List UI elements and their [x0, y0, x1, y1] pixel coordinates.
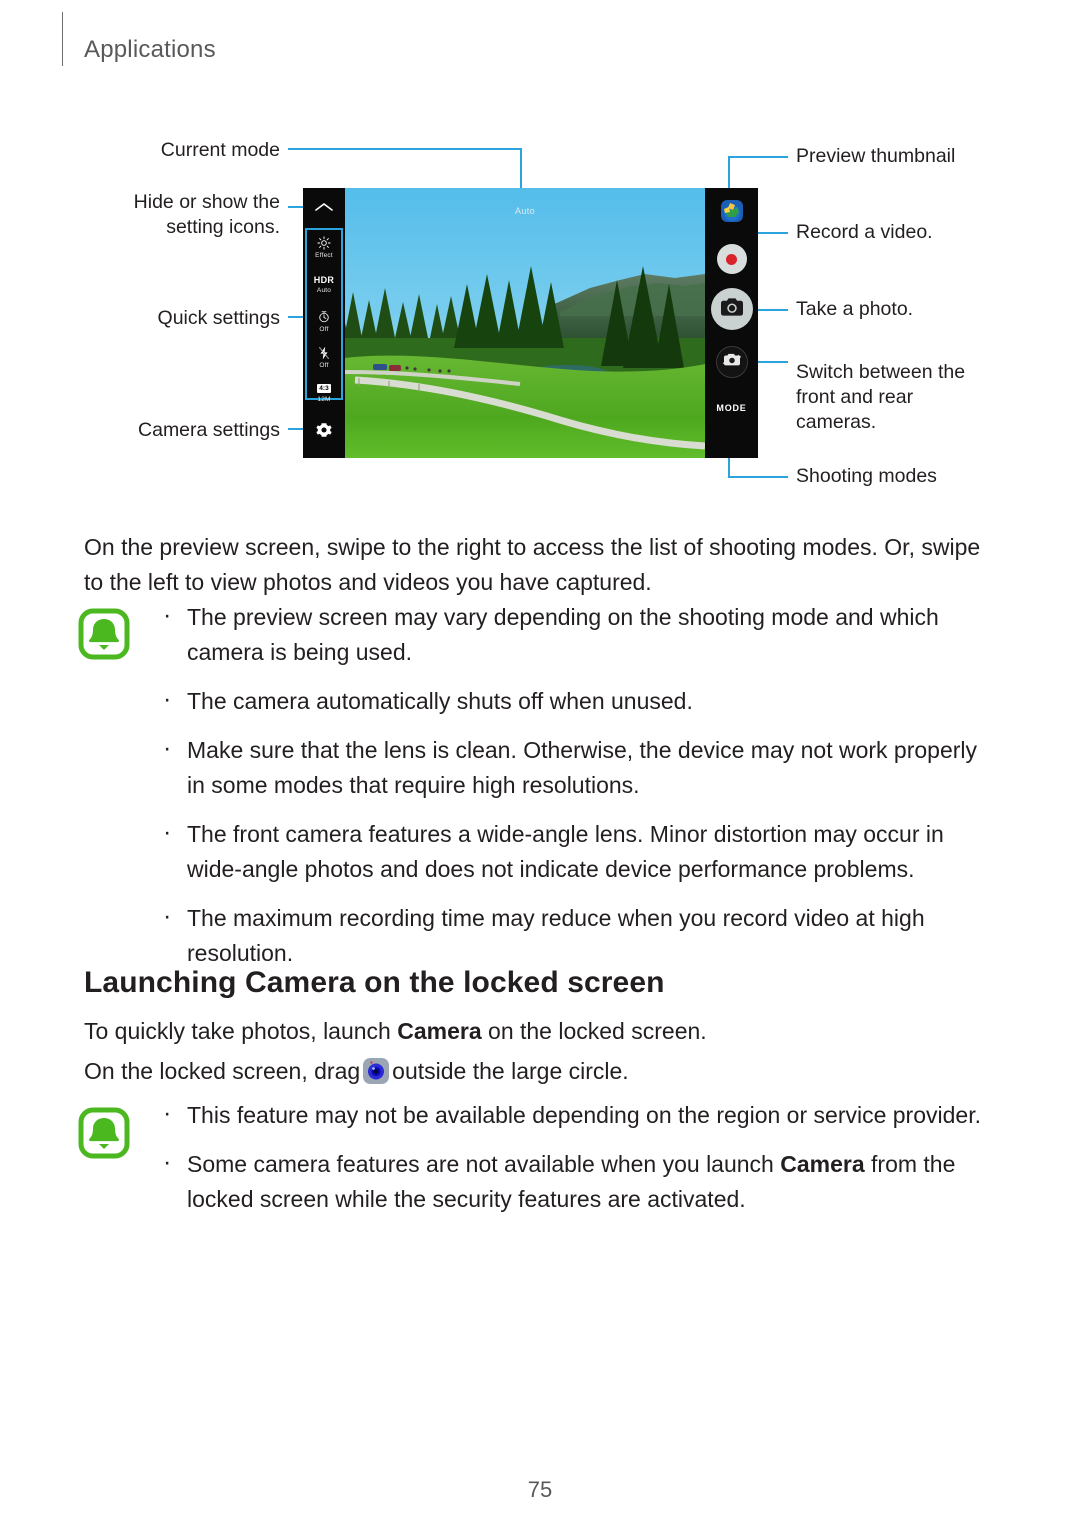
preview-thumbnail-button[interactable]	[720, 200, 743, 222]
quick-setting-effect[interactable]: Effect	[307, 236, 341, 260]
camera-icon	[720, 297, 743, 321]
intro-paragraph: On the preview screen, swipe to the righ…	[84, 534, 981, 595]
quick-setting-flash-value: Off	[319, 362, 329, 369]
note-icon-1	[78, 608, 130, 660]
mode-indicator-auto: Auto	[514, 206, 536, 216]
locked-screen-line-2: On the locked screen, drag outside the l…	[84, 1054, 996, 1089]
camera-left-toolbar: Effect HDR Auto Off Off 4:3 12M	[303, 188, 345, 458]
callout-current-mode: Current mode	[160, 139, 280, 161]
note-list-1: The preview screen may vary depending on…	[155, 598, 1000, 971]
locked-text-camera-bold: Camera	[397, 1018, 482, 1044]
shooting-modes-button[interactable]: MODE	[716, 403, 746, 413]
camera-settings-button[interactable]	[303, 406, 345, 458]
note-text-a: This feature may not be available depend…	[187, 1102, 981, 1128]
leader-current-mode-h	[288, 148, 522, 150]
flash-off-icon	[307, 346, 341, 361]
section-heading: Launching Camera on the locked screen	[84, 966, 665, 999]
callout-quick-settings: Quick settings	[157, 307, 280, 329]
effect-icon	[307, 236, 341, 251]
header-rule	[62, 12, 63, 66]
quick-setting-timer-value: Off	[319, 326, 329, 333]
quick-setting-resolution-value: 12M	[317, 396, 331, 403]
viewfinder-photo: Auto	[345, 188, 705, 458]
note-text-bold: Camera	[780, 1151, 865, 1177]
take-photo-button[interactable]	[710, 288, 753, 330]
note-item: The front camera features a wide-angle l…	[155, 815, 1000, 887]
quick-setting-hdr-value: Auto	[316, 287, 332, 294]
camera-right-toolbar: MODE	[705, 188, 758, 458]
leader-preview-thumbnail-h	[728, 156, 788, 158]
record-video-button[interactable]	[716, 244, 747, 274]
quick-setting-timer[interactable]: Off	[307, 310, 341, 334]
locked-screen-line-1: To quickly take photos, launch Camera on…	[84, 1014, 996, 1049]
note-item: The maximum recording time may reduce wh…	[155, 899, 1000, 971]
locked-text-c: on the locked screen.	[481, 1018, 707, 1044]
note-text-a: Some camera features are not available w…	[187, 1151, 781, 1177]
leader-shooting-modes-h	[728, 476, 788, 478]
callout-record-video: Record a video.	[796, 221, 933, 243]
callout-shooting-modes: Shooting modes	[796, 465, 937, 487]
callout-preview-thumbnail: Preview thumbnail	[796, 145, 956, 167]
note-list-2: This feature may not be available depend…	[155, 1096, 1000, 1217]
quick-setting-resolution[interactable]: 4:3 12M	[307, 377, 341, 404]
quick-setting-flash[interactable]: Off	[307, 346, 341, 370]
hide-show-settings-button[interactable]	[303, 188, 345, 226]
locked-drag-text-b: outside the large circle.	[392, 1058, 629, 1084]
timer-icon	[307, 310, 341, 325]
switch-camera-button[interactable]	[715, 346, 748, 378]
note-item: This feature may not be available depend…	[155, 1096, 1000, 1133]
quick-setting-effect-label: Effect	[315, 252, 333, 259]
quick-settings-panel[interactable]: Effect HDR Auto Off Off 4:3 12M	[305, 228, 343, 403]
page-title: Applications	[84, 36, 216, 63]
gear-icon	[315, 421, 333, 444]
locked-drag-text: On the locked screen, drag	[84, 1058, 361, 1084]
note-item: The preview screen may vary depending on…	[155, 598, 1000, 670]
camera-preview-screen: Auto Effect HDR Auto Off Off 4:3 12M MOD…	[303, 188, 758, 458]
callout-hide-show: Hide or show the setting icons.	[133, 191, 280, 238]
camera-shortcut-icon	[363, 1058, 390, 1084]
aspect-ratio-icon: 4:3	[317, 384, 331, 393]
note-item: Make sure that the lens is clean. Otherw…	[155, 731, 1000, 803]
note-icon-2	[78, 1107, 130, 1159]
camera-ui-diagram: Current mode Hide or show the setting ic…	[0, 110, 1080, 510]
callout-take-photo: Take a photo.	[796, 298, 914, 320]
record-dot-icon	[726, 253, 737, 265]
quick-setting-hdr[interactable]: HDR Auto	[307, 275, 341, 295]
callout-switch-cameras: Switch between the front and rear camera…	[796, 361, 966, 433]
page-number: 75	[527, 1477, 553, 1502]
locked-text-a: To quickly take photos, launch	[84, 1018, 398, 1044]
switch-camera-icon	[722, 352, 742, 373]
note-item: Some camera features are not available w…	[155, 1145, 1000, 1217]
quick-setting-hdr-label: HDR	[313, 275, 335, 285]
callout-camera-settings: Camera settings	[138, 419, 280, 441]
note-item: The camera automatically shuts off when …	[155, 682, 1000, 719]
